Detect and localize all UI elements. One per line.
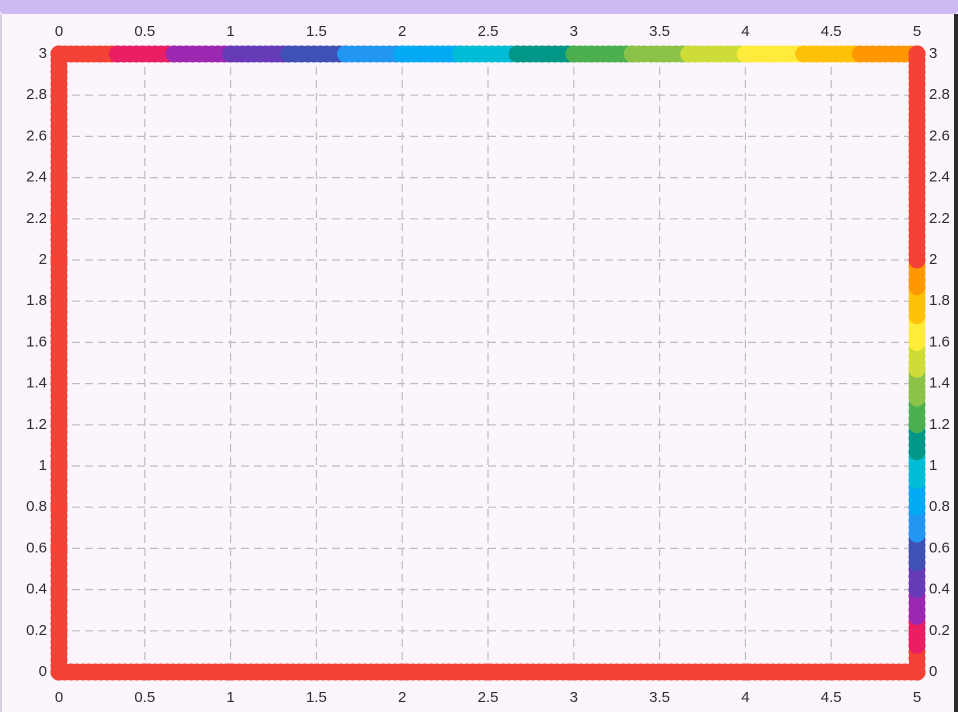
data-point-0-12 [50,169,68,187]
y-tick-left-2: 0.4 [26,581,47,598]
x-tick-bottom-7: 3.5 [649,689,670,706]
data-point-0-13 [50,127,68,145]
x-tick-bottom-1: 0.5 [134,689,155,706]
data-point-0-6 [50,416,68,434]
data-point-0-18 [307,663,325,681]
x-tick-top-3: 1.5 [306,23,327,40]
data-point-0-21 [565,663,583,681]
y-tick-left-1: 0.2 [26,622,47,639]
y-tick-right-0: 0 [929,663,937,680]
data-point-0-3 [50,539,68,557]
y-tick-left-4: 0.8 [26,498,47,515]
x-tick-bottom-2: 1 [226,689,234,706]
x-tick-top-1: 0.5 [134,23,155,40]
y-tick-right-1: 0.2 [929,622,950,639]
marker-right-seg15-34 [908,45,926,63]
data-point-0-24 [822,663,840,681]
data-point-0-4 [50,498,68,516]
x-tick-top-10: 5 [913,23,921,40]
y-tick-left-10: 2 [39,251,47,268]
y-tick-right-8: 1.6 [929,333,950,350]
x-tick-bottom-9: 4.5 [821,689,842,706]
x-tick-bottom-8: 4 [741,689,749,706]
data-point-0-23 [736,663,754,681]
y-tick-right-11: 2.2 [929,210,950,227]
y-tick-right-13: 2.6 [929,127,950,144]
x-tick-top-0: 0 [55,23,63,40]
y-tick-right-5: 1 [929,457,937,474]
x-tick-bottom-6: 3 [570,689,578,706]
y-tick-right-4: 0.8 [929,498,950,515]
data-point-0-19 [393,663,411,681]
y-tick-right-15: 3 [929,45,937,62]
data-point-0-15 [50,45,68,63]
x-tick-top-7: 3.5 [649,23,670,40]
y-tick-left-5: 1 [39,457,47,474]
y-tick-right-9: 1.8 [929,292,950,309]
x-tick-bottom-0: 0 [55,689,63,706]
data-point-0-7 [50,375,68,393]
y-tick-left-13: 2.6 [26,127,47,144]
chart-canvas: 000.50.5111.51.5222.52.5333.53.5444.54.5… [26,23,950,706]
y-tick-left-6: 1.2 [26,416,47,433]
data-point-0-0 [50,663,68,681]
grid-lines [58,53,918,673]
data-point-0-22 [651,663,669,681]
data-point-0-16 [136,663,154,681]
y-tick-left-11: 2.2 [26,210,47,227]
y-tick-left-7: 1.4 [26,375,47,392]
x-tick-top-5: 2.5 [478,23,499,40]
data-point-0-14 [50,86,68,104]
y-tick-right-7: 1.4 [929,375,950,392]
y-tick-left-14: 2.8 [26,86,47,103]
x-tick-top-8: 4 [741,23,749,40]
data-point-0-17 [222,663,240,681]
y-tick-left-3: 0.6 [26,539,47,556]
data-point-0-9 [50,292,68,310]
y-tick-right-3: 0.6 [929,539,950,556]
y-tick-right-12: 2.4 [929,169,950,186]
y-tick-left-12: 2.4 [26,169,47,186]
x-tick-top-9: 4.5 [821,23,842,40]
y-tick-left-9: 1.8 [26,292,47,309]
data-point-0-1 [50,622,68,640]
x-tick-bottom-5: 2.5 [478,689,499,706]
y-tick-left-8: 1.6 [26,333,47,350]
y-tick-right-6: 1.2 [929,416,950,433]
x-tick-bottom-3: 1.5 [306,689,327,706]
y-tick-left-15: 3 [39,45,47,62]
y-tick-right-14: 2.8 [929,86,950,103]
x-tick-top-4: 2 [398,23,406,40]
x-tick-top-2: 1 [226,23,234,40]
data-point-0-10 [50,251,68,269]
y-tick-right-10: 2 [929,251,937,268]
y-tick-left-0: 0 [39,663,47,680]
data-point-0-5 [50,457,68,475]
y-tick-right-2: 0.4 [929,581,950,598]
data-markers [50,45,926,681]
x-tick-top-6: 3 [570,23,578,40]
data-point-0-8 [50,333,68,351]
data-point-0-11 [50,210,68,228]
data-point-0-20 [479,663,497,681]
x-tick-bottom-4: 2 [398,689,406,706]
x-tick-bottom-10: 5 [913,689,921,706]
data-point-0-25 [908,663,926,681]
data-point-0-2 [50,581,68,599]
